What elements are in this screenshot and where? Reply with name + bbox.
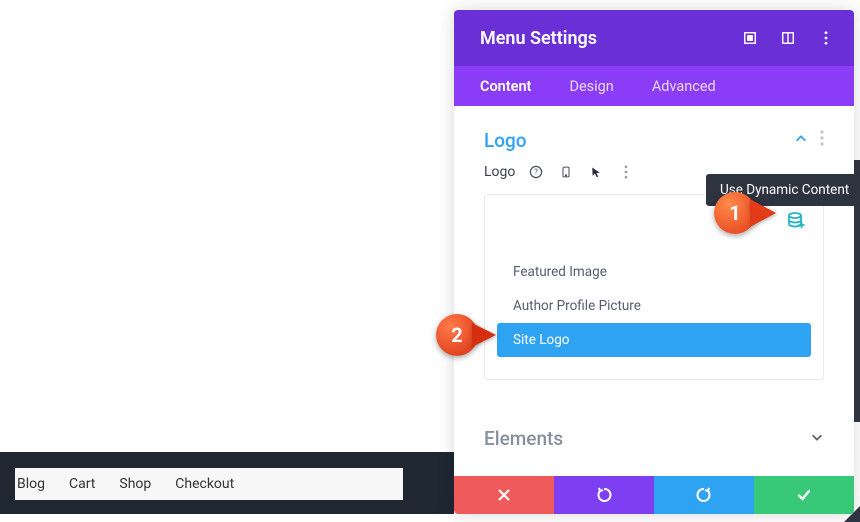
panel-action-bar [454,476,854,514]
logo-field-label: Logo [484,164,515,180]
mobile-icon[interactable] [559,165,573,179]
panel-body: Logo Logo ? [454,106,854,476]
section-title-logo[interactable]: Logo [484,129,527,152]
panel-title: Menu Settings [480,28,597,49]
page-footer: Blog Cart Shop Checkout [0,452,454,514]
dyn-item-featured-image[interactable]: Featured Image [497,255,811,289]
instruction-callout-1: 1 [714,192,776,234]
instruction-callout-2: 2 [436,314,496,356]
tab-advanced[interactable]: Advanced [652,78,716,95]
footer-link-checkout[interactable]: Checkout [175,476,234,492]
redo-button[interactable] [654,476,754,514]
expand-icon[interactable] [742,30,758,46]
menu-settings-panel: Menu Settings Content Design Advanced Lo… [454,10,854,514]
dynamic-content-list: Featured Image Author Profile Picture Si… [497,255,811,357]
panel-tabs: Content Design Advanced [454,66,854,106]
tab-content[interactable]: Content [480,78,531,95]
footer-link-cart[interactable]: Cart [69,476,95,492]
footer-link-shop[interactable]: Shop [119,476,151,492]
section-elements: Elements [454,404,854,460]
help-icon[interactable]: ? [529,165,543,179]
section-kebab-icon[interactable] [820,130,824,150]
section-title-elements[interactable]: Elements [484,427,563,450]
panel-header: Menu Settings [454,10,854,66]
dynamic-content-icon[interactable] [787,211,805,229]
dyn-item-site-logo[interactable]: Site Logo [497,323,811,357]
cancel-button[interactable] [454,476,554,514]
save-button[interactable] [754,476,854,514]
dyn-item-author-picture[interactable]: Author Profile Picture [497,289,811,323]
collapse-icon[interactable] [794,131,808,150]
kebab-icon[interactable] [818,30,834,46]
expand-section-icon[interactable] [810,429,824,448]
svg-text:?: ? [535,168,539,177]
footer-links: Blog Cart Shop Checkout [15,468,403,500]
undo-button[interactable] [554,476,654,514]
section-logo: Logo Logo ? [454,106,854,380]
tab-design[interactable]: Design [569,78,613,95]
field-kebab-icon[interactable] [619,165,633,179]
dock-icon[interactable] [780,30,796,46]
hover-icon[interactable] [589,165,603,179]
panel-header-actions [742,30,834,46]
footer-link-blog[interactable]: Blog [17,476,45,492]
